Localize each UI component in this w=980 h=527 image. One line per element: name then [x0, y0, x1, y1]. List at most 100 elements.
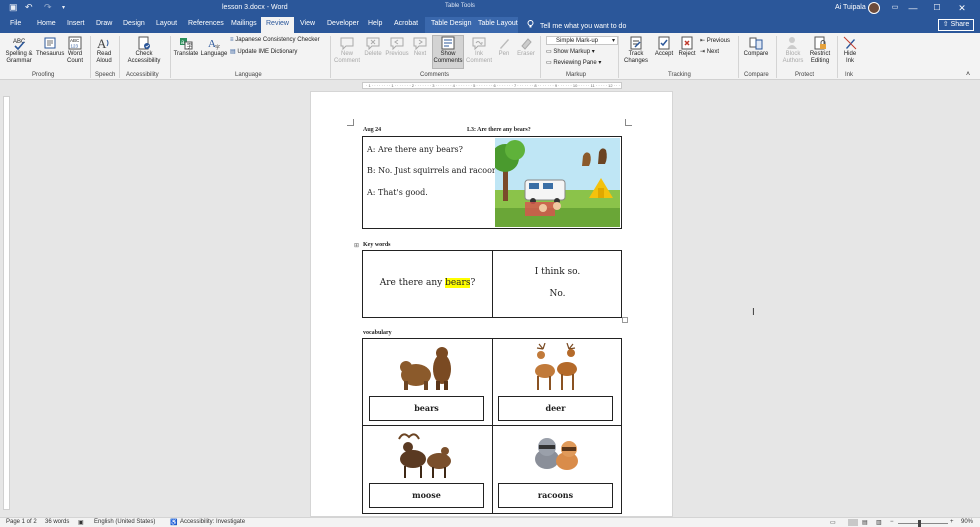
divider	[776, 36, 777, 78]
document-title: lesson 3.docx - Word	[222, 4, 288, 11]
translate-icon: a字	[180, 38, 193, 50]
ink-comment-button[interactable]: Ink Comment	[466, 36, 492, 65]
show-comments-button[interactable]: Show Comments	[432, 36, 464, 65]
tab-home[interactable]: Home	[37, 20, 56, 27]
bears-picture	[400, 347, 451, 390]
hide-ink-button[interactable]: Hide Ink	[840, 36, 860, 65]
tell-me-search[interactable]: Tell me what you want to do	[527, 20, 626, 30]
tab-review[interactable]: Review	[261, 17, 294, 33]
next-comment-button[interactable]: Next	[410, 36, 430, 58]
accessibility-icon[interactable]: ♿	[170, 519, 177, 526]
lock-icon	[814, 36, 826, 50]
close-button[interactable]: ✕	[955, 2, 969, 14]
maximize-button[interactable]: ☐	[930, 2, 944, 14]
customize-toolbar-icon[interactable]: ▾	[62, 4, 65, 11]
restrict-editing-button[interactable]: Restrict Editing	[806, 36, 834, 65]
web-layout-icon[interactable]: ▥	[876, 519, 882, 526]
block-authors-button[interactable]: Block Authors	[780, 36, 806, 65]
svg-text:A: A	[97, 36, 107, 50]
horizontal-ruler[interactable]: · 1 · · · · · · · · 1 · · · · · · · 2 · …	[0, 81, 980, 90]
minimize-button[interactable]: —	[906, 2, 920, 14]
next-change-button[interactable]: ⇥ Next	[700, 48, 719, 55]
tab-developer[interactable]: Developer	[327, 20, 359, 27]
update-ime-button[interactable]: ▤ Update IME Dictionary	[230, 48, 297, 55]
save-icon[interactable]: ▣	[9, 2, 18, 13]
show-markup-button[interactable]: ▭ Show Markup ▾	[546, 48, 595, 55]
tab-view[interactable]: View	[300, 20, 315, 27]
ribbon-display-icon[interactable]: ▭	[888, 2, 902, 14]
user-name[interactable]: Ai Tuipala	[835, 4, 866, 11]
block-authors-label: Block Authors	[782, 51, 804, 64]
tab-acrobat[interactable]: Acrobat	[394, 20, 418, 27]
tab-insert[interactable]: Insert	[67, 20, 85, 27]
track-changes-icon	[630, 36, 642, 50]
tab-table-design[interactable]: Table Design	[431, 20, 471, 27]
share-button[interactable]: ⇧ Share	[938, 19, 974, 31]
key-words-table[interactable]: Are there any bears? I think so. No.	[362, 250, 622, 318]
zoom-out-button[interactable]: −	[890, 519, 894, 525]
page-count[interactable]: Page 1 of 2	[6, 519, 37, 525]
check-accessibility-button[interactable]: Check Accessibility	[122, 36, 166, 65]
reviewing-pane-button[interactable]: ▭ Reviewing Pane ▾	[546, 59, 601, 66]
pen-button[interactable]: Pen	[494, 36, 514, 58]
dialogue-table[interactable]: A: Are there any bears? B: No. Just squi…	[362, 136, 622, 229]
zoom-in-button[interactable]: +	[950, 519, 954, 525]
tab-file[interactable]: File	[10, 20, 21, 27]
word-count-label: Word Count	[66, 51, 83, 64]
japanese-consistency-button[interactable]: ≡ Japanese Consistency Checker	[230, 37, 320, 43]
print-layout-icon[interactable]: ▤	[862, 519, 868, 526]
thesaurus-button[interactable]: Thesaurus	[36, 36, 64, 58]
language-button[interactable]: A字 Language	[200, 36, 228, 58]
previous-comment-button[interactable]: Previous	[384, 36, 410, 58]
tab-mailings[interactable]: Mailings	[231, 20, 257, 27]
document-page[interactable]: Aug 24 L3: Are there any bears? A: Are t…	[310, 91, 673, 517]
table-move-handle[interactable]: ⊞	[354, 242, 359, 249]
eraser-button[interactable]: Eraser	[514, 36, 538, 58]
focus-icon[interactable]: ▭	[830, 519, 836, 526]
word-count-button[interactable]: ABC 123 Word Count	[64, 36, 86, 65]
tab-help[interactable]: Help	[368, 20, 382, 27]
read-aloud-button[interactable]: A Read Aloud	[93, 36, 115, 65]
key-words-heading: Key words	[363, 242, 391, 248]
zoom-level[interactable]: 90%	[961, 519, 973, 525]
accessibility-status[interactable]: Accessibility: Investigate	[180, 519, 245, 525]
dialogue-line: A: That's good.	[367, 188, 428, 197]
tab-references[interactable]: References	[188, 20, 224, 27]
table-resize-handle[interactable]	[622, 317, 628, 323]
new-comment-icon	[340, 37, 354, 50]
zoom-slider[interactable]	[898, 523, 948, 524]
read-mode-icon[interactable]	[848, 519, 858, 526]
answer-yes: I think so.	[534, 267, 581, 277]
tab-draw[interactable]: Draw	[96, 20, 112, 27]
compare-button[interactable]: Compare	[741, 36, 771, 58]
previous-change-button[interactable]: ⇤ Previous	[700, 37, 730, 44]
language-status[interactable]: English (United States)	[94, 519, 155, 525]
tab-layout[interactable]: Layout	[156, 20, 177, 27]
group-speech: Speech	[95, 72, 116, 78]
tab-table-layout[interactable]: Table Layout	[478, 20, 518, 27]
question-after: ?	[470, 278, 476, 288]
redo-icon[interactable]: ↷	[44, 2, 52, 13]
margin-mark	[625, 119, 632, 126]
markup-mode-dropdown[interactable]: Simple Mark-up ▾	[546, 36, 618, 45]
vocabulary-table[interactable]: bears deer moose racoons	[362, 338, 622, 514]
word-count[interactable]: 36 words	[45, 519, 69, 525]
reject-button[interactable]: Reject	[676, 36, 698, 58]
proofing-icon[interactable]: ▣	[78, 519, 84, 526]
translate-button[interactable]: a字 Translate	[172, 36, 200, 58]
tab-design[interactable]: Design	[123, 20, 145, 27]
accept-button[interactable]: Accept	[652, 36, 676, 58]
next-change-icon: ⇥	[700, 49, 706, 55]
avatar[interactable]	[868, 2, 880, 14]
collapse-ribbon-icon[interactable]: ˄	[966, 71, 970, 78]
spelling-grammar-button[interactable]: ABC Spelling & Grammar	[3, 36, 35, 65]
check-accessibility-label: Check Accessibility	[127, 51, 161, 64]
vertical-ruler[interactable]	[3, 96, 10, 510]
zoom-slider-thumb[interactable]	[918, 520, 921, 527]
divider	[618, 36, 619, 78]
new-comment-button[interactable]: New Comment	[333, 36, 361, 65]
accept-icon	[658, 36, 670, 50]
undo-icon[interactable]: ↶	[25, 2, 33, 13]
delete-comment-button[interactable]: Delete	[362, 36, 384, 58]
track-changes-button[interactable]: Track Changes	[621, 36, 651, 65]
